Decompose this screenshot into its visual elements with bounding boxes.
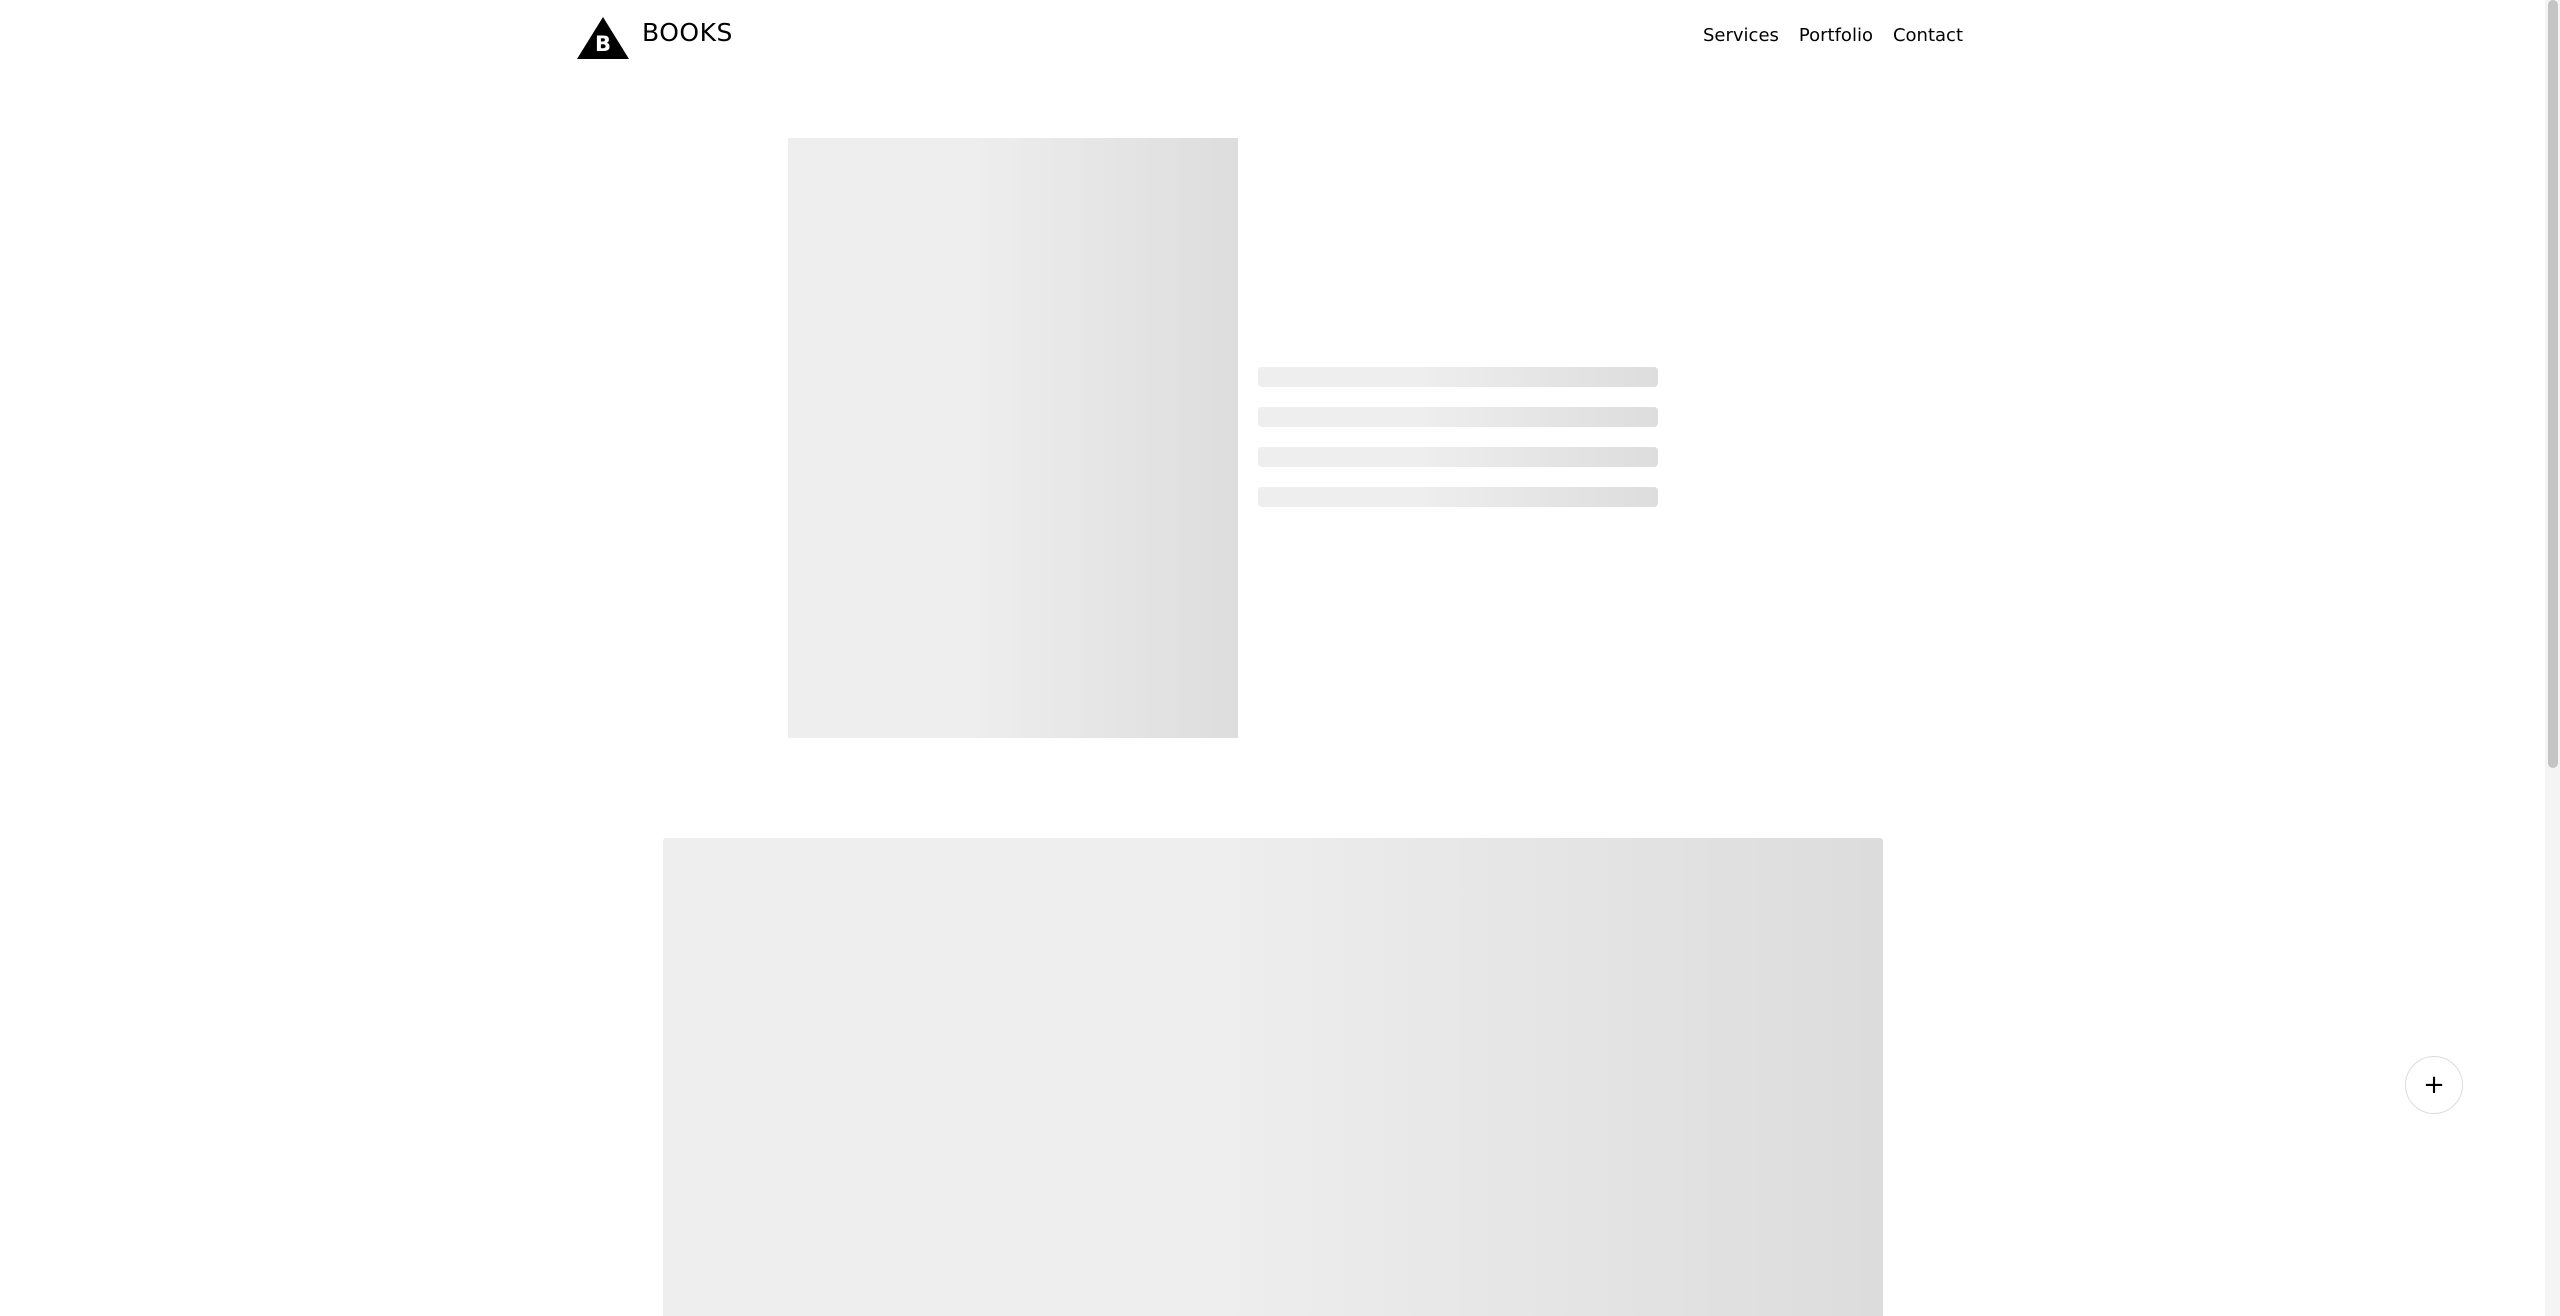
plus-icon: +	[2423, 1070, 2445, 1100]
main-nav: Services Portfolio Contact	[1703, 24, 1963, 48]
scrollbar-thumb[interactable]	[2548, 0, 2558, 768]
text-line-placeholder	[1258, 407, 1658, 427]
scrollbar[interactable]	[2545, 0, 2560, 1316]
book-details-placeholder	[1258, 367, 1658, 527]
logo-link[interactable]: B BOOKS	[577, 17, 733, 59]
add-button[interactable]: +	[2405, 1056, 2463, 1114]
nav-link-services[interactable]: Services	[1703, 24, 1779, 48]
text-line-placeholder	[1258, 447, 1658, 467]
logo-letter: B	[594, 32, 611, 56]
logo-text: BOOKS	[642, 18, 733, 47]
nav-link-portfolio[interactable]: Portfolio	[1799, 24, 1873, 48]
content-image-placeholder	[663, 838, 1883, 1316]
text-line-placeholder	[1258, 367, 1658, 387]
text-line-placeholder	[1258, 487, 1658, 507]
book-cover-placeholder	[788, 138, 1238, 738]
nav-link-contact[interactable]: Contact	[1893, 24, 1963, 48]
logo-triangle-icon: B	[577, 17, 629, 59]
page: B BOOKS Services Portfolio Contact +	[0, 0, 2560, 1316]
